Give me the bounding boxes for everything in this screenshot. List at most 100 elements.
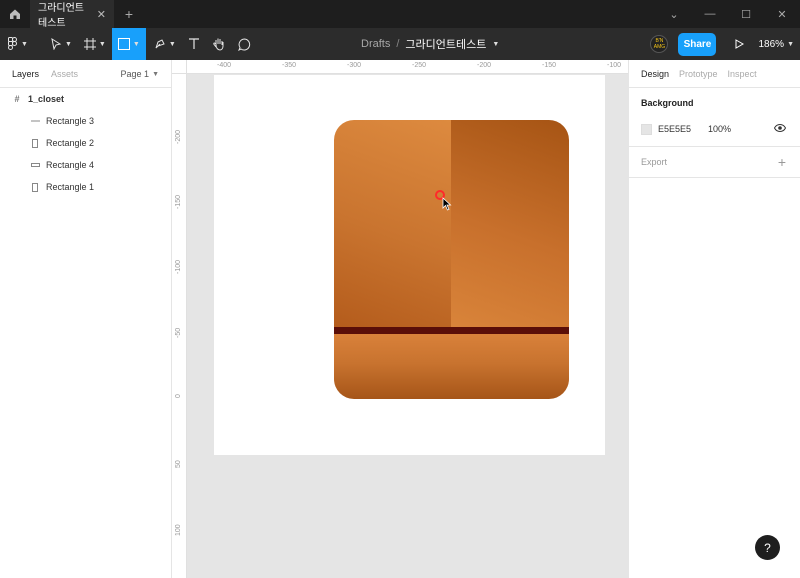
- frame-icon: #: [14, 94, 20, 104]
- layer-name: Rectangle 3: [46, 116, 95, 126]
- main-menu-button[interactable]: ▼: [0, 28, 34, 60]
- dropdown-chevron-icon[interactable]: ⌄: [656, 0, 692, 28]
- pen-tool-button[interactable]: ▼: [148, 28, 182, 60]
- comment-tool-icon: [237, 37, 250, 51]
- ruler-tick: -100: [606, 62, 622, 69]
- move-tool-icon: [51, 38, 62, 50]
- background-opacity-input[interactable]: 100%: [708, 124, 758, 134]
- closet-illustration[interactable]: [334, 120, 569, 399]
- ruler-top: -400 -350 -300 -250 -200 -150 -100: [187, 60, 628, 74]
- play-icon: [735, 39, 744, 49]
- window-controls: ⌄ — ☐ ✕: [656, 0, 800, 28]
- figma-app: 그라디언트테스트 ✕ + ⌄ — ☐ ✕ ▼ ▼ ▼ ▼ ▼ Drafts / …: [0, 0, 800, 578]
- closet-divider[interactable]: [334, 327, 569, 334]
- chevron-down-icon: ▼: [787, 40, 794, 48]
- frame-tool-button[interactable]: ▼: [78, 28, 112, 60]
- background-color-swatch[interactable]: [641, 123, 652, 135]
- rectangle-shape-icon: [30, 182, 40, 192]
- tab-assets[interactable]: Assets: [51, 69, 78, 79]
- ruler-tick: 100: [175, 524, 182, 536]
- tab-inspect[interactable]: Inspect: [728, 69, 757, 79]
- home-button[interactable]: [0, 0, 30, 28]
- ruler-tick: 50: [175, 460, 182, 468]
- ruler-left: -200 -150 -100 -50 0 50 100: [172, 74, 187, 578]
- file-tab[interactable]: 그라디언트테스트 ✕: [30, 0, 114, 29]
- frame-tool-icon: [83, 38, 96, 50]
- text-tool-icon: [188, 38, 199, 49]
- ruler-tick: -150: [175, 194, 182, 209]
- title-bar: 그라디언트테스트 ✕ + ⌄ — ☐ ✕: [0, 0, 800, 29]
- chevron-down-icon: ▼: [21, 40, 28, 48]
- layer-rectangle-3[interactable]: Rectangle 3: [0, 110, 171, 132]
- avatar-text: B'N AMG: [653, 38, 666, 50]
- background-hex-input[interactable]: E5E5E5: [658, 124, 708, 134]
- ruler-corner: [172, 60, 187, 74]
- hand-tool-button[interactable]: [206, 28, 232, 60]
- ruler-tick: -250: [411, 62, 427, 69]
- ruler-tick: -150: [541, 62, 557, 69]
- ruler-tick: -100: [175, 259, 182, 274]
- rectangle-tool-button[interactable]: ▼: [111, 28, 146, 60]
- eye-icon[interactable]: [773, 123, 787, 134]
- share-button[interactable]: Share: [678, 32, 717, 56]
- right-panel-tabs: Design Prototype Inspect: [629, 60, 800, 88]
- breadcrumb-separator: /: [396, 38, 400, 50]
- rectangle-tool-icon: [117, 38, 130, 50]
- layer-name: Rectangle 1: [46, 182, 95, 192]
- closet-right-door[interactable]: [451, 120, 569, 327]
- add-tab-icon[interactable]: +: [122, 6, 136, 22]
- breadcrumb-file[interactable]: 그라디언트테스트: [405, 36, 486, 52]
- maximize-icon[interactable]: ☐: [728, 0, 764, 28]
- export-title: Export: [641, 157, 668, 167]
- rectangle-shape-icon: [30, 163, 40, 167]
- rectangle-shape-icon: [30, 138, 40, 148]
- closet-left-door[interactable]: [334, 120, 451, 327]
- background-section: Background E5E5E5 100%: [629, 88, 800, 147]
- move-tool-button[interactable]: ▼: [44, 28, 78, 60]
- ruler-tick: 0: [175, 394, 182, 398]
- breadcrumb: Drafts / 그라디언트테스트 ▼: [361, 28, 499, 60]
- page-selector[interactable]: Page 1 ▼: [121, 60, 159, 88]
- main-menu-icon: [8, 37, 17, 50]
- layer-name: Rectangle 4: [46, 160, 95, 170]
- layer-rectangle-1[interactable]: Rectangle 1: [0, 176, 171, 198]
- export-section: Export +: [629, 147, 800, 178]
- tab-prototype[interactable]: Prototype: [679, 69, 718, 79]
- ruler-tick: -200: [175, 129, 182, 144]
- line-shape-icon: [30, 120, 40, 122]
- closet-drawer[interactable]: [334, 334, 569, 399]
- help-button[interactable]: ?: [755, 535, 780, 560]
- home-icon: [10, 9, 20, 19]
- layer-name: Rectangle 2: [46, 138, 95, 148]
- background-title: Background: [641, 98, 694, 108]
- layer-rectangle-4[interactable]: Rectangle 4: [0, 154, 171, 176]
- zoom-level: 186%: [758, 38, 785, 50]
- layer-frame-1-closet[interactable]: # 1_closet: [0, 88, 171, 110]
- left-panel-tabs: Layers Assets Page 1 ▼: [0, 60, 171, 88]
- chevron-down-icon[interactable]: ▼: [492, 41, 499, 48]
- window-close-icon[interactable]: ✕: [764, 0, 800, 28]
- canvas[interactable]: -400 -350 -300 -250 -200 -150 -100 -200 …: [172, 60, 628, 578]
- breadcrumb-folder[interactable]: Drafts: [361, 38, 390, 50]
- chevron-down-icon: ▼: [132, 40, 140, 48]
- chevron-down-icon: ▼: [152, 70, 159, 78]
- page-name: Page 1: [120, 69, 150, 79]
- close-icon[interactable]: ✕: [97, 8, 106, 21]
- toolbar: ▼ ▼ ▼ ▼ ▼ Drafts / 그라디언트테스트 ▼ B'N AMG Sh…: [0, 28, 800, 60]
- zoom-dropdown[interactable]: 186% ▼: [758, 39, 794, 50]
- text-tool-button[interactable]: [182, 28, 206, 60]
- layer-rectangle-2[interactable]: Rectangle 2: [0, 132, 171, 154]
- properties-panel: Design Prototype Inspect Background E5E5…: [628, 60, 800, 578]
- minimize-icon[interactable]: —: [692, 0, 728, 28]
- file-tab-title: 그라디언트테스트: [38, 3, 84, 29]
- avatar[interactable]: B'N AMG: [650, 35, 669, 53]
- present-button[interactable]: [730, 39, 748, 49]
- chevron-down-icon: ▼: [168, 40, 176, 48]
- tab-layers[interactable]: Layers: [12, 69, 39, 79]
- pen-tool-icon: [155, 39, 165, 49]
- plus-icon[interactable]: +: [778, 147, 786, 177]
- comment-tool-button[interactable]: [232, 28, 257, 60]
- frame-1-closet[interactable]: [214, 75, 605, 455]
- chevron-down-icon: ▼: [64, 40, 72, 48]
- tab-design[interactable]: Design: [641, 69, 669, 79]
